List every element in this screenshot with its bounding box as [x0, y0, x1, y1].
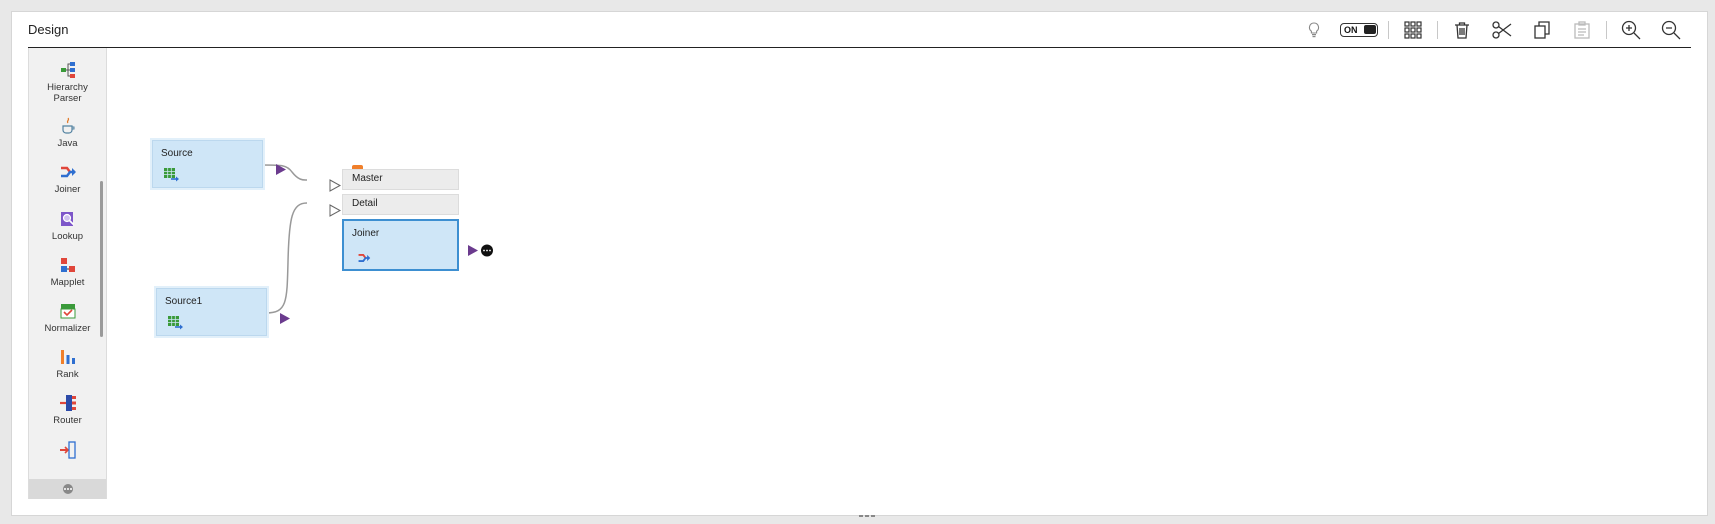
joiner-more-icon[interactable] [481, 244, 493, 257]
source1-output-port-icon[interactable] [280, 313, 290, 324]
source-table-icon [168, 316, 183, 330]
source-table-icon [164, 168, 179, 182]
resize-grip[interactable] [859, 515, 875, 519]
master-input-port-icon[interactable] [329, 179, 342, 192]
node-label: Joiner [352, 228, 380, 239]
detail-port[interactable]: Detail [342, 194, 459, 215]
joiner-output-port-icon[interactable] [468, 245, 478, 256]
node-label: Source1 [165, 296, 203, 307]
link-source-master[interactable] [261, 164, 308, 181]
detail-input-port-icon[interactable] [329, 204, 342, 217]
joiner-node[interactable]: Joiner [342, 219, 459, 271]
design-panel: Design ON Hierarchy Parser Java Joiner L… [11, 11, 1709, 519]
source-node[interactable]: Source [152, 140, 263, 188]
master-port[interactable]: Master [342, 169, 459, 190]
mapping-canvas[interactable]: Source Source1 Master Detail Joiner [12, 12, 1709, 517]
source1-node[interactable]: Source1 [156, 288, 267, 336]
joiner-icon [358, 253, 371, 263]
link-layer [261, 164, 493, 324]
port-label: Detail [352, 198, 378, 209]
link-source1-detail[interactable] [265, 202, 308, 314]
node-label: Source [161, 148, 193, 159]
port-label: Master [352, 173, 383, 184]
